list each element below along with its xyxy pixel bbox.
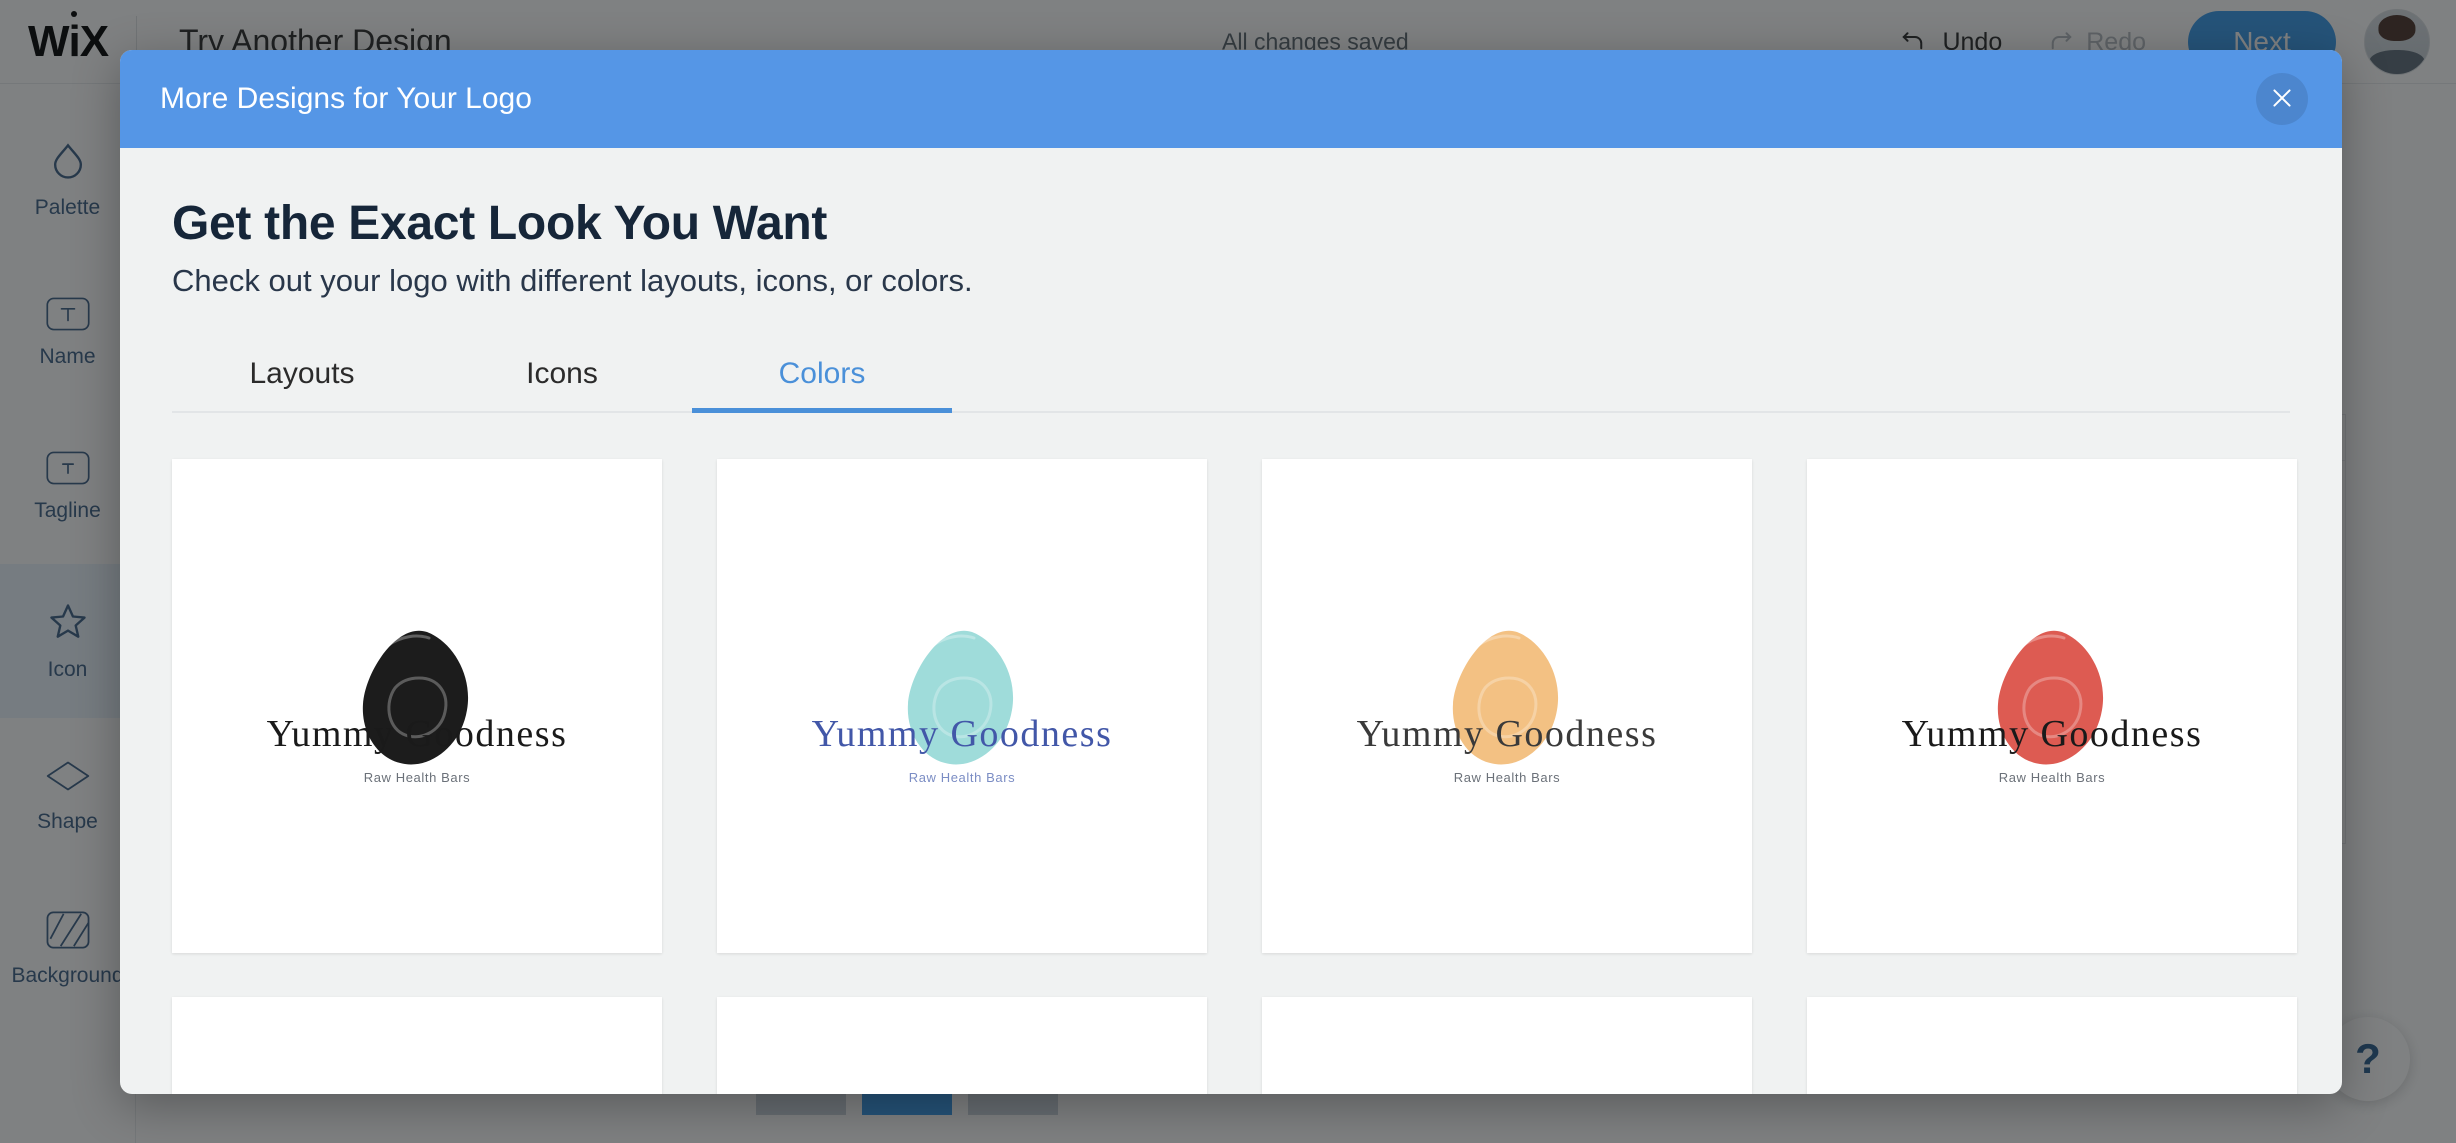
card-wordmark: Yummy Goodness <box>266 712 568 755</box>
logo-design-card[interactable]: Yummy Goodness Raw Health Bars <box>1262 459 1752 953</box>
card-tagline: Raw Health Bars <box>908 769 1016 785</box>
logo-design-card[interactable] <box>1262 997 1752 1094</box>
logo-design-card[interactable] <box>1807 997 2297 1094</box>
close-button[interactable] <box>2256 73 2308 125</box>
modal-subheading: Check out your logo with different layou… <box>172 263 973 298</box>
logo-design-card[interactable]: Yummy Goodness Raw Health Bars <box>717 459 1207 953</box>
modal-heading: Get the Exact Look You Want <box>172 197 828 250</box>
tab-layouts[interactable]: Layouts <box>172 337 432 411</box>
logo-design-card[interactable]: Yummy Goodness Raw Health Bars <box>1807 459 2297 953</box>
card-tagline: Raw Health Bars <box>1453 769 1561 785</box>
card-wordmark: Yummy Goodness <box>811 712 1113 755</box>
card-wordmark: Yummy Goodness <box>1356 712 1658 755</box>
logo-design-card[interactable] <box>172 997 662 1094</box>
card-tagline: Raw Health Bars <box>363 769 471 785</box>
design-grid: Yummy Goodness Raw Health Bars Yummy Goo… <box>172 459 2297 1094</box>
modal-header: More Designs for Your Logo <box>120 50 2342 148</box>
more-designs-modal: More Designs for Your Logo Get the Exact… <box>120 50 2342 1094</box>
tab-bar: Layouts Icons Colors <box>172 337 2290 413</box>
tab-icons[interactable]: Icons <box>432 337 692 411</box>
card-wordmark: Yummy Goodness <box>1901 712 2203 755</box>
logo-design-card[interactable] <box>717 997 1207 1094</box>
logo-design-card[interactable]: Yummy Goodness Raw Health Bars <box>172 459 662 953</box>
modal-body: Get the Exact Look You Want Check out yo… <box>120 148 2342 1094</box>
card-tagline: Raw Health Bars <box>1998 769 2106 785</box>
modal-title: More Designs for Your Logo <box>160 82 532 115</box>
tab-colors[interactable]: Colors <box>692 337 952 413</box>
close-icon <box>2269 85 2295 114</box>
